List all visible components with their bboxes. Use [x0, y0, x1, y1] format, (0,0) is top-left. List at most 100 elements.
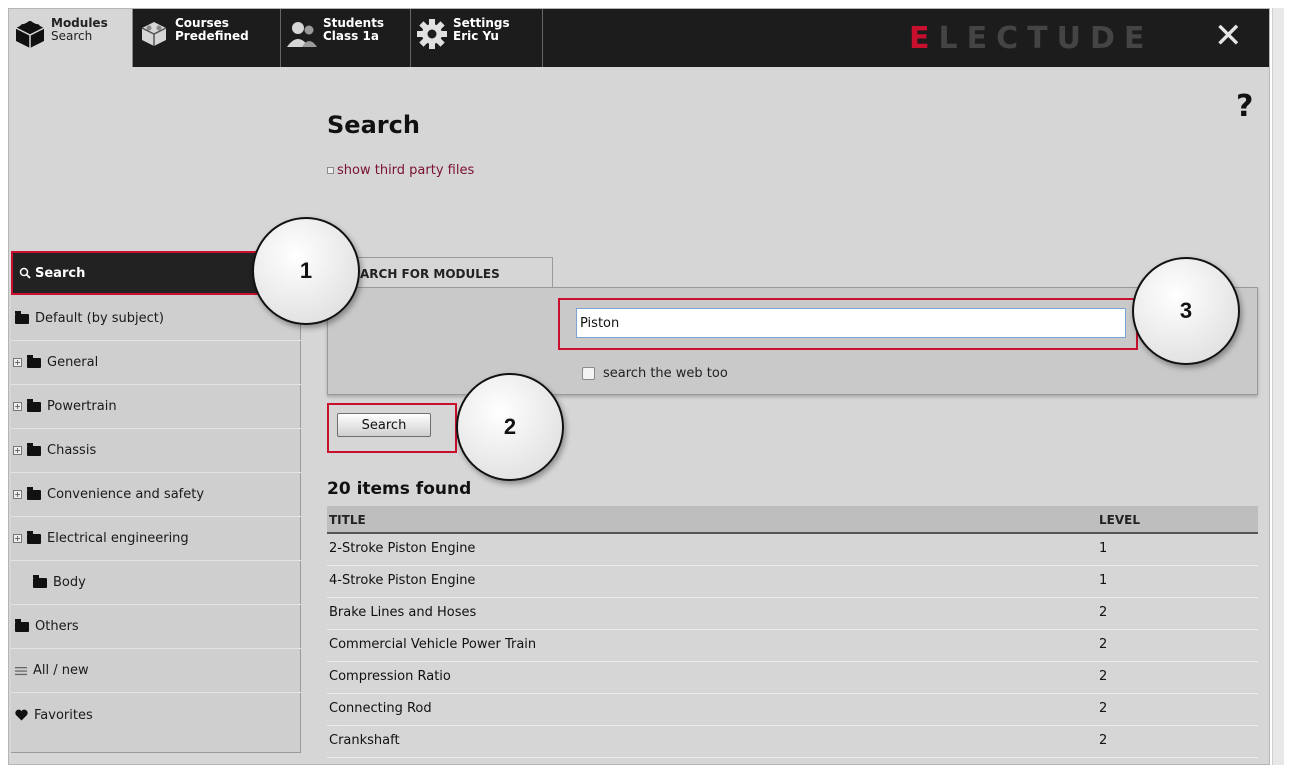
row-level: 1: [1099, 573, 1108, 588]
expand-icon[interactable]: +: [13, 490, 22, 499]
row-level: 2: [1099, 701, 1108, 716]
sidebar-item-chassis[interactable]: + Chassis: [11, 429, 301, 473]
help-icon[interactable]: ?: [1236, 89, 1253, 124]
cubes-icon: [137, 17, 171, 51]
search-web-checkbox[interactable]: [582, 367, 595, 380]
sidebar-item-general[interactable]: + General: [11, 341, 301, 385]
sidebar-item-label: Others: [35, 619, 79, 634]
search-button[interactable]: Search: [337, 413, 431, 437]
show-third-party-toggle[interactable]: show third party files: [327, 163, 474, 178]
folder-icon: [33, 574, 47, 588]
sidebar-item-others[interactable]: Others: [11, 605, 301, 649]
search-panel: search the web too: [327, 287, 1258, 395]
search-field-highlight: [558, 298, 1138, 350]
tab-courses-subtitle: Predefined: [175, 29, 249, 43]
tab-students-title: Students: [323, 16, 385, 30]
people-icon: [285, 17, 319, 51]
folder-icon: [27, 530, 41, 544]
table-row[interactable]: 4-Stroke Piston Engine 1: [327, 566, 1258, 598]
heart-icon: [15, 709, 28, 721]
row-title: Crankshaft: [329, 733, 400, 748]
sidebar: Search Default (by subject) + General + …: [11, 251, 301, 753]
search-input[interactable]: [576, 308, 1126, 338]
tab-settings-title: Settings: [453, 16, 510, 30]
row-title: Connecting Rod: [329, 701, 432, 716]
expand-icon[interactable]: +: [13, 358, 22, 367]
folder-icon: [27, 398, 41, 412]
search-button-highlight: Search: [327, 403, 457, 453]
row-level: 2: [1099, 637, 1108, 652]
sidebar-item-label: General: [47, 355, 99, 370]
folder-icon: [27, 442, 41, 456]
expand-icon[interactable]: +: [13, 446, 22, 455]
table-row[interactable]: Crankshaft 2: [327, 726, 1258, 758]
folder-icon: [27, 354, 41, 368]
expand-icon[interactable]: +: [13, 534, 22, 543]
sidebar-item-label: Search: [35, 265, 86, 281]
table-row[interactable]: Brake Lines and Hoses 2: [327, 598, 1258, 630]
callout-badge: 3: [1132, 257, 1240, 365]
table-row[interactable]: 2-Stroke Piston Engine 1: [327, 534, 1258, 566]
sidebar-item-label: Body: [53, 575, 86, 590]
sidebar-item-body[interactable]: Body: [11, 561, 301, 605]
sidebar-item-label: Convenience and safety: [47, 487, 205, 502]
tab-courses-title: Courses: [175, 16, 229, 30]
results-table: TITLE LEVEL 2-Stroke Piston Engine 1 4-St…: [327, 506, 1258, 758]
sidebar-item-label: Default (by subject): [35, 311, 164, 326]
folder-icon: [15, 618, 29, 632]
row-level: 2: [1099, 605, 1108, 620]
main-panel: ? Search show third party files Search D…: [9, 67, 1269, 764]
column-header-level[interactable]: LEVEL: [1099, 513, 1140, 527]
sidebar-item-label: Powertrain: [47, 399, 117, 414]
table-row[interactable]: Connecting Rod 2: [327, 694, 1258, 726]
table-row[interactable]: Commercial Vehicle Power Train 2: [327, 630, 1258, 662]
table-row[interactable]: Compression Ratio 2: [327, 662, 1258, 694]
search-web-option[interactable]: search the web too: [582, 366, 728, 381]
sidebar-item-default[interactable]: Default (by subject): [11, 297, 301, 341]
logo-rest: LECTUDE: [938, 21, 1154, 56]
row-level: 2: [1099, 733, 1108, 748]
callout-badge: 1: [252, 217, 360, 325]
electude-logo: ELECTUDE: [909, 21, 1153, 56]
tab-students-subtitle: Class 1a: [323, 29, 379, 43]
sidebar-item-favorites[interactable]: Favorites: [11, 693, 301, 737]
sidebar-item-label: Favorites: [34, 707, 93, 723]
row-title: Compression Ratio: [329, 669, 451, 684]
sidebar-item-powertrain[interactable]: + Powertrain: [11, 385, 301, 429]
vertical-scrollbar[interactable]: [1272, 8, 1284, 765]
logo-first-letter: E: [909, 21, 939, 56]
results-count: 20 items found: [327, 479, 472, 499]
app-window: Modules Search Courses Predefined Students…: [8, 8, 1270, 765]
row-title: Commercial Vehicle Power Train: [329, 637, 537, 652]
tab-search-for-modules[interactable]: ARCH FOR MODULES: [341, 257, 553, 287]
tab-settings[interactable]: Settings Eric Yu: [411, 9, 543, 67]
gear-icon: [415, 17, 449, 51]
folder-icon: [15, 310, 29, 324]
sidebar-item-all-new[interactable]: All / new: [11, 649, 301, 693]
tab-modules-title: Modules: [51, 16, 108, 30]
sidebar-item-convenience[interactable]: + Convenience and safety: [11, 473, 301, 517]
row-title: 2-Stroke Piston Engine: [329, 541, 476, 556]
expand-icon[interactable]: +: [13, 402, 22, 411]
folder-icon: [27, 486, 41, 500]
close-icon[interactable]: ✕: [1214, 19, 1243, 53]
results-header-row: TITLE LEVEL: [327, 506, 1258, 534]
tab-students[interactable]: Students Class 1a: [281, 9, 411, 67]
sidebar-item-label: Chassis: [47, 443, 97, 458]
third-party-label: show third party files: [337, 163, 475, 178]
search-web-label: search the web too: [603, 366, 728, 381]
third-party-checkbox[interactable]: [327, 167, 334, 174]
row-title: 4-Stroke Piston Engine: [329, 573, 476, 588]
cube-icon: [13, 17, 47, 51]
row-level: 1: [1099, 541, 1108, 556]
tab-modules-subtitle: Search: [51, 29, 93, 43]
column-header-title[interactable]: TITLE: [329, 513, 366, 527]
tab-courses[interactable]: Courses Predefined: [133, 9, 281, 67]
callout-badge: 2: [456, 373, 564, 481]
page-title: Search: [327, 111, 420, 139]
tab-settings-subtitle: Eric Yu: [453, 29, 499, 43]
row-level: 2: [1099, 669, 1108, 684]
sidebar-item-electrical[interactable]: + Electrical engineering: [11, 517, 301, 561]
list-icon: [15, 666, 27, 676]
sidebar-item-label: All / new: [33, 663, 89, 678]
